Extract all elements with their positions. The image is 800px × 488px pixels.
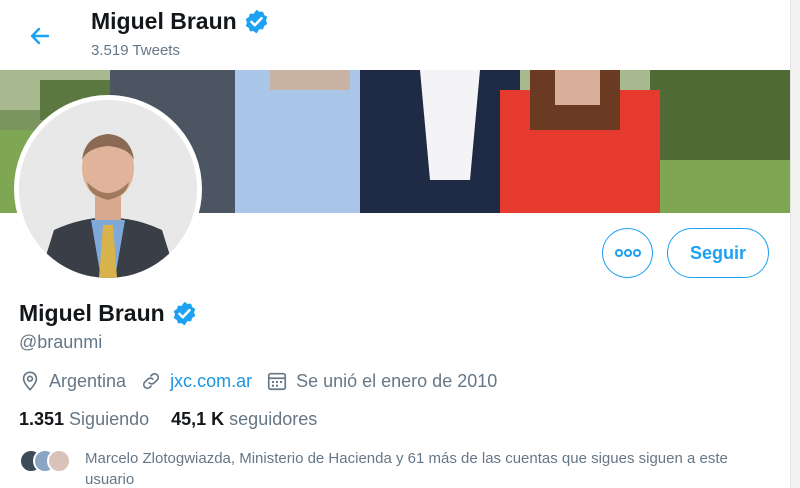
profile-meta: Argentina jxc.com.ar Se unió el enero de…: [19, 370, 511, 392]
scrollbar[interactable]: [790, 0, 800, 488]
following-label: Siguiendo: [69, 409, 150, 429]
profile-header-bar: Miguel Braun 3.519 Tweets: [0, 0, 800, 70]
followers-link[interactable]: 45,1 Kseguidores: [171, 409, 317, 430]
location-item: Argentina: [19, 370, 126, 392]
profile-stats: 1.351 Siguiendo 45,1 Kseguidores: [19, 409, 339, 430]
header-name-row: Miguel Braun: [91, 8, 270, 35]
following-count: 1.351: [19, 409, 65, 429]
header-name: Miguel Braun: [91, 8, 237, 34]
profile-handle: @braunmi: [19, 332, 103, 352]
back-arrow-icon: [30, 27, 50, 45]
link-icon: [143, 372, 160, 390]
known-followers-text: Marcelo Zlotogwiazda, Ministerio de Haci…: [85, 450, 728, 488]
more-options-button[interactable]: [602, 228, 653, 278]
joined-text: Se unió el enero de 2010: [296, 370, 498, 391]
followers-count: 45,1 K: [171, 409, 225, 429]
calendar-icon: [268, 372, 287, 391]
followers-you-know[interactable]: Marcelo Zlotogwiazda, Ministerio de Haci…: [19, 448, 779, 488]
tweet-count: 3.519 Tweets: [91, 42, 180, 59]
verified-badge-icon: [171, 300, 198, 327]
avatar: [47, 449, 71, 473]
joined-item: Se unió el enero de 2010: [266, 370, 497, 392]
following-link[interactable]: 1.351 Siguiendo: [19, 409, 149, 430]
website-item: jxc.com.ar: [140, 370, 252, 392]
known-followers-avatars: [19, 449, 75, 473]
follow-button[interactable]: Seguir: [667, 228, 769, 278]
profile-name-row: Miguel Braun: [19, 300, 198, 327]
more-icon: [614, 249, 641, 257]
location-icon: [22, 371, 38, 391]
website-link[interactable]: jxc.com.ar: [170, 371, 252, 392]
back-button[interactable]: [22, 18, 58, 54]
profile-name: Miguel Braun: [19, 300, 165, 326]
followers-label: seguidores: [229, 409, 318, 429]
location-text: Argentina: [49, 370, 127, 391]
verified-badge-icon: [243, 8, 270, 35]
avatar[interactable]: [14, 95, 202, 283]
